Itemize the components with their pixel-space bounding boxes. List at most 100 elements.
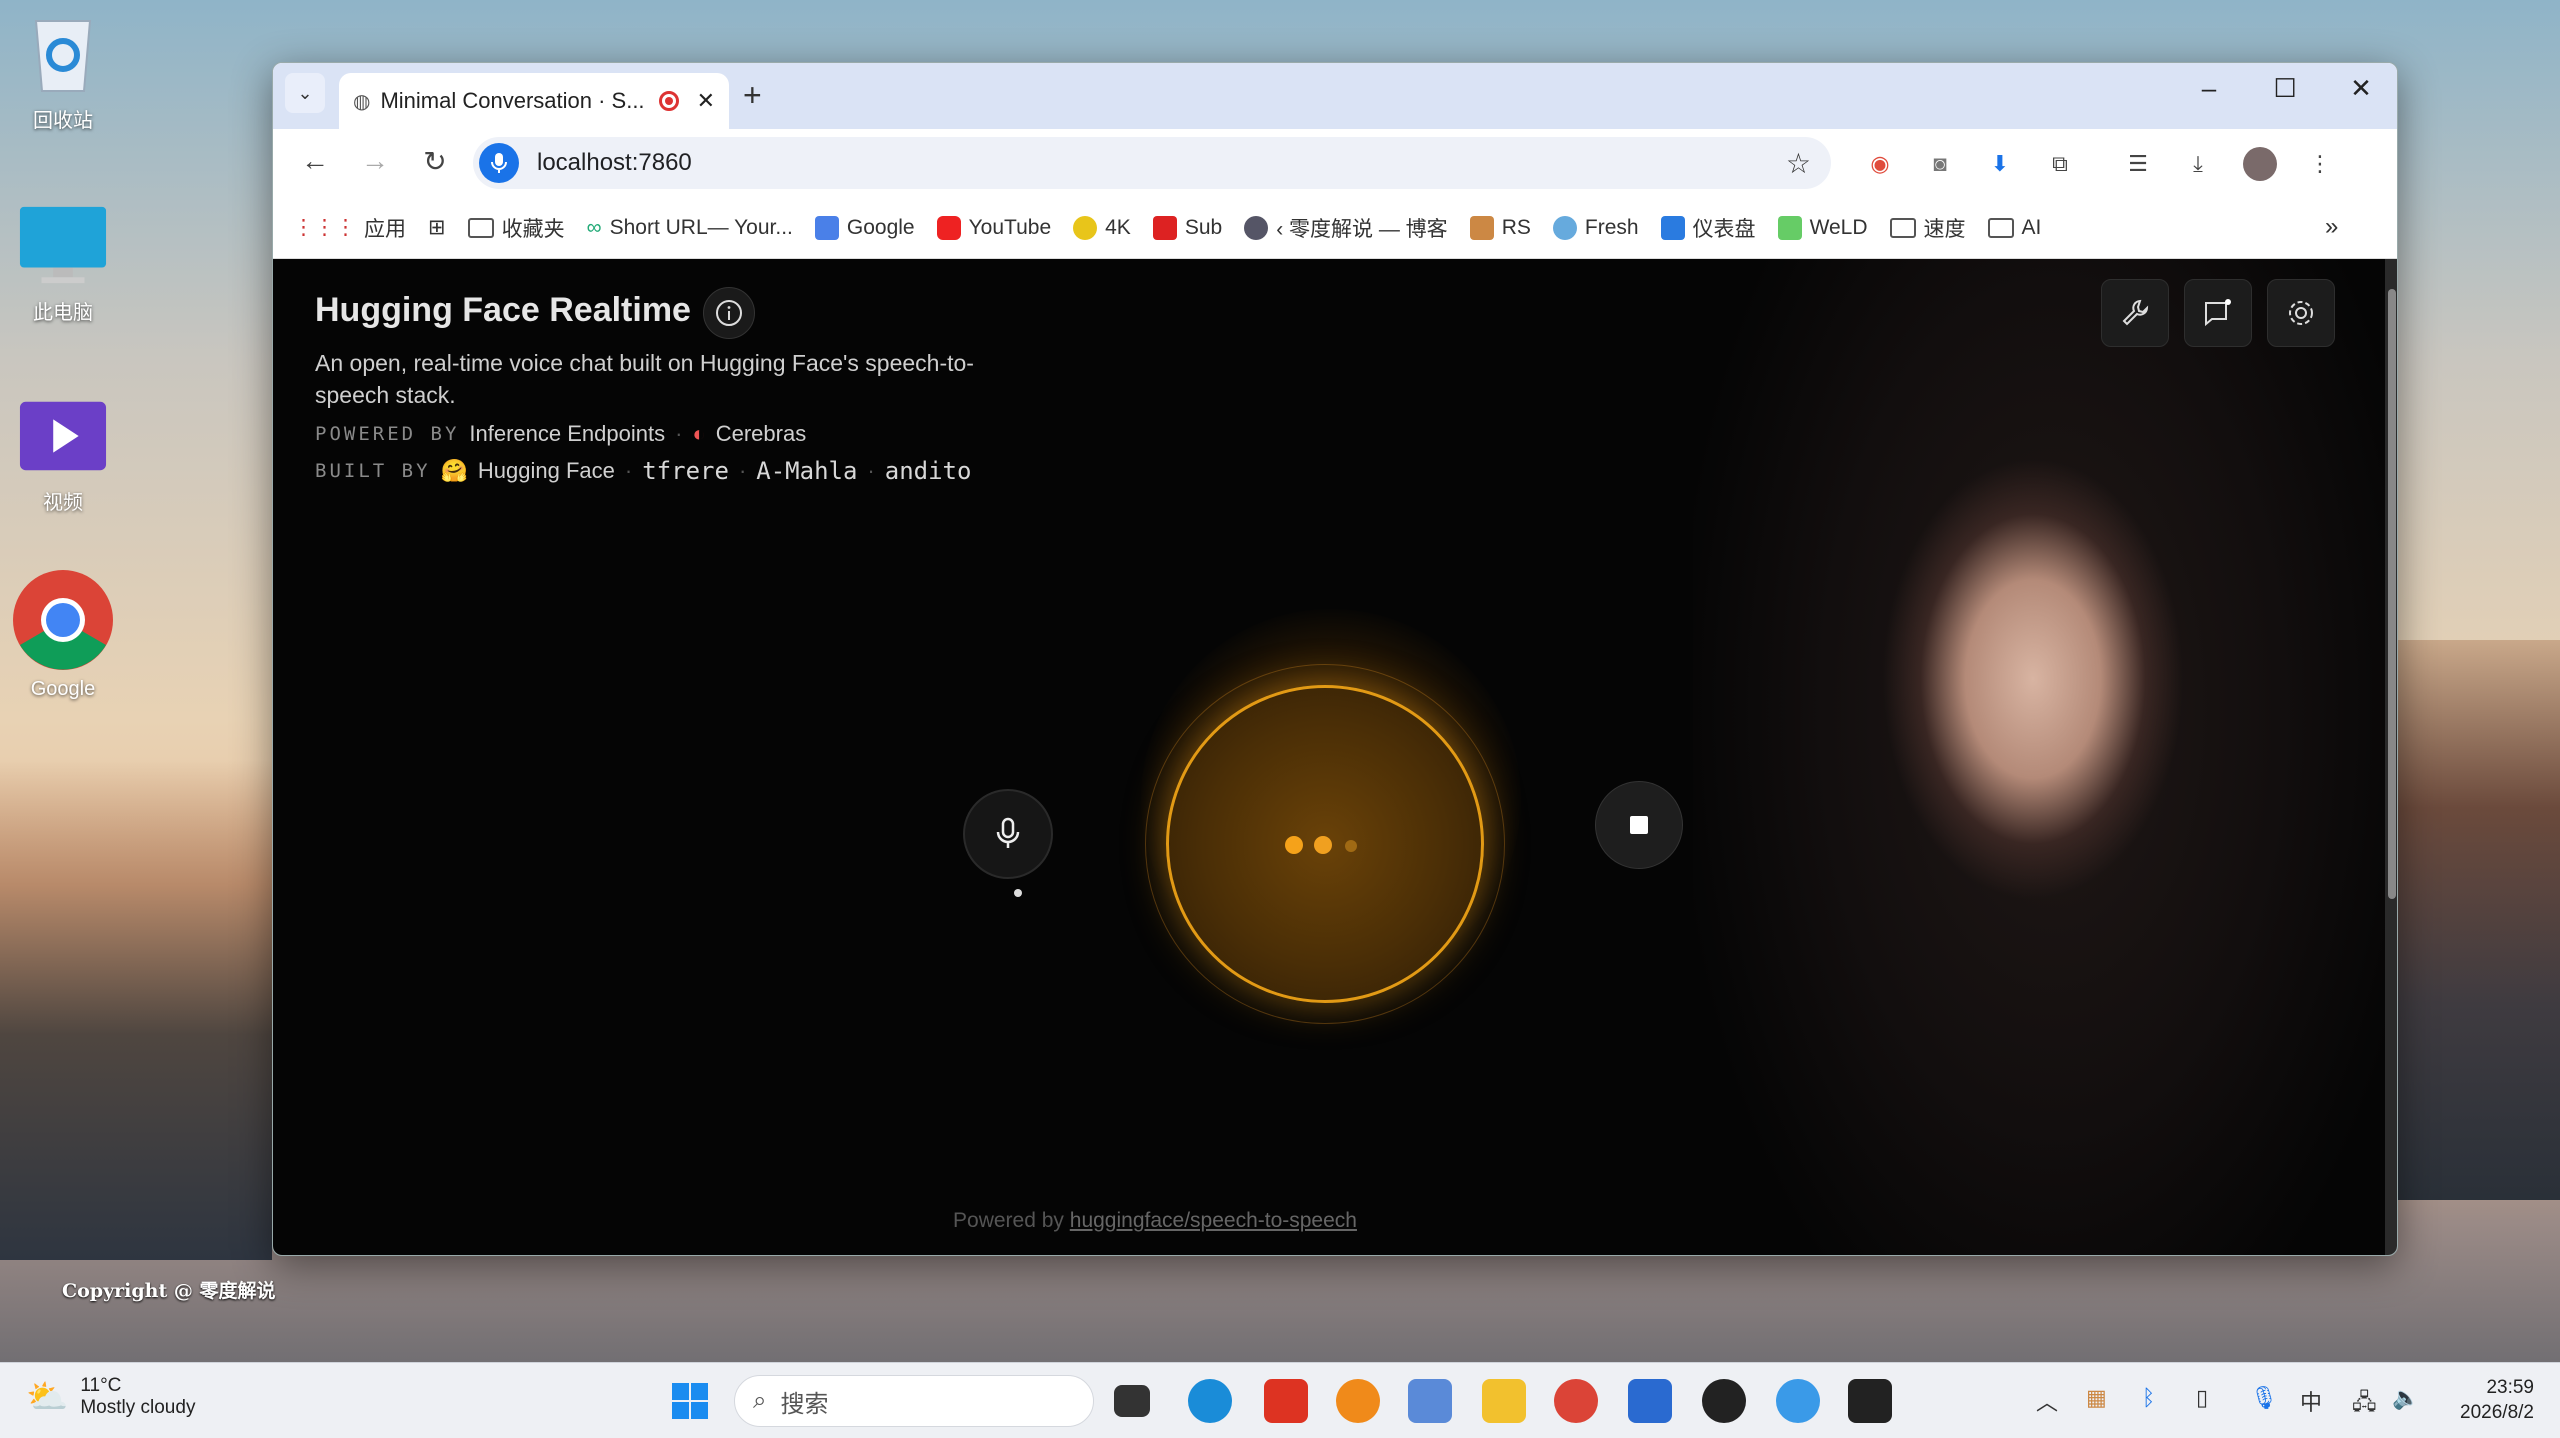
new-tab-button[interactable]: + bbox=[743, 77, 762, 114]
taskbar-search[interactable]: ⌕ 搜索 bbox=[734, 1375, 1094, 1427]
desktop-icon-recycle-bin[interactable]: 回收站 bbox=[8, 8, 118, 133]
weld-icon bbox=[1777, 215, 1802, 240]
bookmark-speed-folder[interactable]: 速度 bbox=[1889, 213, 1966, 243]
microphone-icon bbox=[996, 817, 1020, 848]
volume-icon[interactable]: 🔈 bbox=[2392, 1385, 2419, 1411]
browser-toolbar: ← → ↻ localhost:7860 ☆ ◉ ◙ ⬇ ⧉ ☰ ⤓ ⋮ bbox=[273, 129, 2397, 197]
thinking-dot-3 bbox=[1345, 840, 1357, 852]
edge-browser-icon[interactable] bbox=[1188, 1379, 1232, 1423]
globe-icon: ◍ bbox=[353, 90, 371, 113]
tray-overflow-chevron-icon[interactable]: ︿ bbox=[2036, 1385, 2058, 1417]
docker-icon[interactable] bbox=[1776, 1379, 1820, 1423]
microphone-indicator-icon[interactable] bbox=[479, 143, 519, 183]
bookmark-fresh[interactable]: Fresh bbox=[1552, 215, 1639, 240]
address-text[interactable]: localhost:7860 bbox=[537, 149, 692, 177]
reload-button[interactable]: ↻ bbox=[415, 145, 455, 178]
stop-button[interactable] bbox=[1595, 781, 1683, 869]
microphone-button[interactable] bbox=[963, 789, 1053, 879]
ime-indicator[interactable]: 中 bbox=[2300, 1385, 2322, 1417]
folder-icon bbox=[1987, 217, 2014, 238]
search-app-icon[interactable] bbox=[1336, 1379, 1380, 1423]
bookmark-sub[interactable]: Sub bbox=[1152, 215, 1222, 240]
inference-endpoints-link[interactable]: Inference Endpoints bbox=[469, 421, 665, 447]
back-button[interactable]: ← bbox=[295, 145, 335, 177]
rs-icon bbox=[1469, 215, 1494, 240]
bookmarks-bar: ⋮⋮⋮ 应用 ⊞ 收藏夹 ∞ Short URL— Your... Google Y… bbox=[273, 197, 2397, 259]
download-extension-icon[interactable]: ⬇ bbox=[1983, 147, 2017, 181]
footer-repo-link[interactable]: huggingface/speech-to-speech bbox=[1070, 1209, 1357, 1232]
windows-taskbar: ⛅ 11°C Mostly cloudy ⌕ 搜索 ︿ ▦ ᛒ ▯ 🎙 中 🖧 🔈… bbox=[0, 1362, 2560, 1438]
desktop-icon-videos[interactable]: 视频 bbox=[8, 390, 118, 515]
address-bar[interactable]: localhost:7860 ☆ bbox=[473, 137, 1831, 189]
network-icon[interactable]: 🖧 bbox=[2352, 1385, 2377, 1423]
tab-search-button[interactable]: ⌄ bbox=[285, 73, 325, 113]
desktop-icon-this-pc[interactable]: 此电脑 bbox=[8, 200, 118, 325]
outlook-icon[interactable] bbox=[1628, 1379, 1672, 1423]
task-view-icon[interactable] bbox=[1114, 1385, 1150, 1417]
screen-record-extension-icon[interactable]: ◉ bbox=[1863, 147, 1897, 181]
search-icon: ⌕ bbox=[753, 1387, 767, 1414]
downloads-icon[interactable]: ⤓ bbox=[2181, 147, 2215, 181]
obs-icon[interactable] bbox=[1702, 1379, 1746, 1423]
pdf-app-icon[interactable] bbox=[1264, 1379, 1308, 1423]
author-a-mahla-link[interactable]: A-Mahla bbox=[756, 457, 857, 485]
scrollbar-thumb[interactable] bbox=[2388, 289, 2396, 899]
bookmark-weld[interactable]: WeLD bbox=[1777, 215, 1868, 240]
bluetooth-icon[interactable]: ᛒ bbox=[2142, 1385, 2155, 1411]
author-andito-link[interactable]: andito bbox=[885, 457, 972, 485]
bookmark-apps[interactable]: ⋮⋮⋮ 应用 bbox=[293, 213, 406, 243]
usb-device-icon[interactable]: ▯ bbox=[2196, 1385, 2208, 1411]
tray-app-icon[interactable]: ▦ bbox=[2086, 1385, 2107, 1411]
forward-button[interactable]: → bbox=[355, 145, 395, 177]
chat-button[interactable] bbox=[2184, 279, 2252, 347]
info-button[interactable] bbox=[703, 287, 755, 339]
chrome-icon bbox=[11, 568, 115, 672]
folder-icon bbox=[1889, 217, 1916, 238]
terminal-icon[interactable] bbox=[1848, 1379, 1892, 1423]
bookmark-rs[interactable]: RS bbox=[1469, 215, 1531, 240]
bookmark-blog[interactable]: ‹ 零度解说 — 博客 bbox=[1244, 213, 1448, 243]
grid-app-icon[interactable] bbox=[1408, 1379, 1452, 1423]
start-button[interactable] bbox=[668, 1379, 712, 1423]
desktop-wallpaper-right bbox=[2395, 640, 2560, 1200]
more-menu-icon[interactable]: ⋮ bbox=[2303, 147, 2337, 181]
weather-widget[interactable]: ⛅ 11°C Mostly cloudy bbox=[26, 1375, 195, 1419]
tab-active[interactable]: ◍ Minimal Conversation · S... ✕ bbox=[339, 73, 729, 129]
copyright-watermark: Copyright @ 零度解说 bbox=[62, 1280, 276, 1302]
bookmark-star-icon[interactable]: ☆ bbox=[1786, 147, 1811, 180]
bookmark-dashboard[interactable]: 仪表盘 bbox=[1660, 213, 1756, 243]
camera-extension-icon[interactable]: ◙ bbox=[1923, 147, 1957, 181]
extensions-puzzle-icon[interactable]: ⧉ bbox=[2043, 147, 2077, 181]
bookmark-grid[interactable]: ⊞ bbox=[428, 215, 446, 240]
page-scrollbar[interactable] bbox=[2385, 259, 2397, 1255]
reading-list-icon[interactable]: ☰ bbox=[2121, 147, 2155, 181]
bookmark-4k[interactable]: 4K bbox=[1073, 215, 1131, 240]
file-explorer-icon[interactable] bbox=[1482, 1379, 1526, 1423]
maximize-button[interactable]: ☐ bbox=[2255, 73, 2315, 104]
close-window-button[interactable]: ✕ bbox=[2331, 73, 2391, 104]
bookmark-google[interactable]: Google bbox=[814, 215, 915, 240]
minimize-button[interactable]: – bbox=[2179, 73, 2239, 104]
bookmark-youtube[interactable]: YouTube bbox=[936, 215, 1051, 240]
tools-button[interactable] bbox=[2101, 279, 2169, 347]
author-tfrere-link[interactable]: tfrere bbox=[642, 457, 729, 485]
app-description: An open, real-time voice chat built on H… bbox=[315, 350, 974, 408]
system-clock[interactable]: 23:59 2026/8/2 bbox=[2424, 1375, 2534, 1425]
hugging-face-link[interactable]: Hugging Face bbox=[478, 458, 615, 484]
chrome-taskbar-icon[interactable] bbox=[1554, 1379, 1598, 1423]
profile-avatar[interactable] bbox=[2243, 147, 2277, 181]
cerebras-link[interactable]: Cerebras bbox=[716, 421, 806, 447]
link-icon: ∞ bbox=[586, 215, 602, 239]
bookmark-ai-folder[interactable]: AI bbox=[1987, 216, 2041, 240]
microphone-tray-icon[interactable]: 🎙 bbox=[2250, 1385, 2278, 1411]
apps-grid-icon: ⋮⋮⋮ bbox=[293, 216, 356, 239]
google-translate-icon bbox=[814, 215, 839, 240]
bookmark-favorites-folder[interactable]: 收藏夹 bbox=[467, 213, 565, 243]
close-tab-icon[interactable]: ✕ bbox=[697, 88, 715, 114]
more-bookmarks-chevron-icon[interactable]: » bbox=[2325, 213, 2338, 241]
bookmark-short-url[interactable]: ∞ Short URL— Your... bbox=[587, 216, 793, 240]
avatar-video-portrait bbox=[1693, 259, 2385, 1255]
desktop-icon-label: Google bbox=[30, 678, 96, 700]
settings-button[interactable] bbox=[2267, 279, 2335, 347]
desktop-icon-google-chrome[interactable]: Google bbox=[8, 568, 118, 701]
